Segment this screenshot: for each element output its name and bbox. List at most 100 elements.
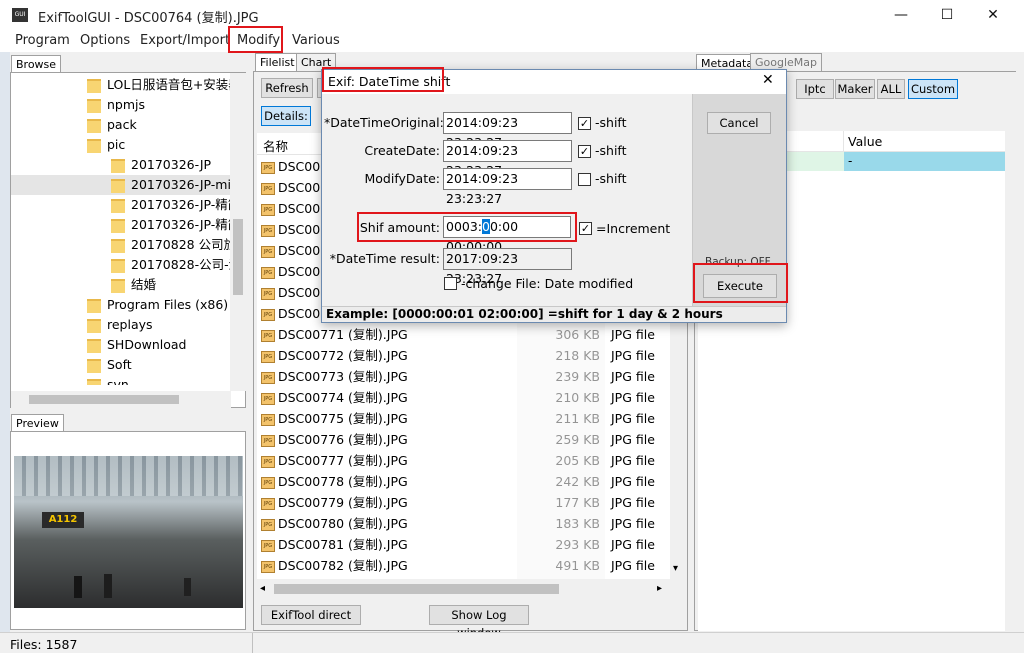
close-button[interactable]: ✕ bbox=[970, 0, 1016, 30]
tree-item[interactable]: 20170326-JP-精简 bbox=[11, 215, 231, 235]
tree-vscroll[interactable] bbox=[230, 73, 246, 391]
scroll-down-arrow-icon[interactable]: ▾ bbox=[673, 563, 678, 574]
metadata-row-value[interactable]: - bbox=[844, 152, 1012, 171]
menu-program[interactable]: Program bbox=[15, 33, 70, 48]
filelist-hscroll-thumb[interactable] bbox=[274, 584, 559, 594]
folder-icon bbox=[111, 258, 125, 273]
jpg-file-icon: JPG bbox=[261, 308, 275, 321]
tree-item[interactable]: 20170326-JP-mini bbox=[11, 175, 231, 195]
menu-options[interactable]: Options bbox=[80, 33, 130, 48]
minimize-button[interactable]: — bbox=[878, 0, 924, 30]
increment-checkbox[interactable]: ✓ bbox=[579, 222, 592, 235]
tab-filelist[interactable]: Filelist bbox=[255, 53, 300, 71]
execute-highlight bbox=[693, 263, 788, 303]
file-name: DSC00773 (复制).JPG bbox=[278, 369, 408, 384]
tab-browse[interactable]: Browse bbox=[11, 55, 62, 73]
datetime-input[interactable]: 2014:09:23 23:23:27 bbox=[443, 112, 572, 150]
tree-item[interactable]: pic bbox=[11, 135, 231, 155]
tree-item-label: SHDownload bbox=[107, 337, 187, 352]
show-log-button[interactable]: Show Log window bbox=[429, 605, 529, 640]
tree-item[interactable]: 结婚 bbox=[11, 275, 231, 295]
tree-item[interactable]: LOL日服语音包+安装器 bbox=[11, 75, 231, 95]
shift-checkbox[interactable]: ✓ bbox=[578, 145, 591, 158]
dialog-close-icon[interactable]: ✕ bbox=[762, 72, 774, 88]
table-row[interactable]: JPGDSC00771 (复制).JPG306 KBJPG file bbox=[261, 324, 666, 345]
folder-icon bbox=[111, 238, 125, 253]
tree-hscroll[interactable] bbox=[11, 391, 231, 408]
cancel-button[interactable]: Cancel bbox=[707, 112, 771, 134]
table-row[interactable]: JPGDSC00775 (复制).JPG211 KBJPG file bbox=[261, 408, 666, 429]
tree-item[interactable]: SHDownload bbox=[11, 335, 231, 355]
tree-item[interactable]: svn bbox=[11, 375, 231, 385]
table-row[interactable]: JPGDSC00782 (复制).JPG491 KBJPG file bbox=[261, 555, 666, 576]
change-file-label: -change File: Date modified bbox=[461, 276, 634, 291]
jpg-file-icon: JPG bbox=[261, 371, 275, 384]
status-files: Files: 1587 bbox=[10, 637, 78, 652]
maker-button[interactable]: Maker bbox=[835, 79, 875, 99]
tree-item[interactable]: 20170326-JP bbox=[11, 155, 231, 175]
tree-item[interactable]: npmjs bbox=[11, 95, 231, 115]
table-row[interactable]: JPGDSC00774 (复制).JPG210 KBJPG file bbox=[261, 387, 666, 408]
datetime-input[interactable]: 2014:09:23 23:23:27 bbox=[443, 168, 572, 206]
jpg-file-icon: JPG bbox=[261, 266, 275, 279]
tree-item[interactable]: 20170828 公司旅 bbox=[11, 235, 231, 255]
file-name: DSC00780 (复制).JPG bbox=[278, 516, 408, 531]
tree-hscroll-thumb[interactable] bbox=[29, 395, 179, 404]
refresh-button[interactable]: Refresh bbox=[261, 78, 313, 98]
change-file-checkbox[interactable] bbox=[444, 277, 457, 290]
file-name: DSC00778 (复制).JPG bbox=[278, 474, 408, 489]
tree-item-label: svn bbox=[107, 377, 129, 385]
tree-item-label: npmjs bbox=[107, 97, 146, 112]
shift-checkbox[interactable]: ✓ bbox=[578, 117, 591, 130]
maximize-button[interactable]: ☐ bbox=[924, 0, 970, 30]
table-row[interactable]: JPGDSC00777 (复制).JPG205 KBJPG file bbox=[261, 450, 666, 471]
jpg-file-icon: JPG bbox=[261, 539, 275, 552]
tree-item-label: 20170326-JP-mini bbox=[131, 177, 231, 192]
table-row[interactable]: JPGDSC00772 (复制).JPG218 KBJPG file bbox=[261, 345, 666, 366]
jpg-file-icon: JPG bbox=[261, 413, 275, 426]
tree-item-label: Program Files (x86) bbox=[107, 297, 229, 312]
tree-item[interactable]: pack bbox=[11, 115, 231, 135]
menu-export-import[interactable]: Export/Import bbox=[140, 33, 230, 48]
table-row[interactable]: JPGDSC00778 (复制).JPG242 KBJPG file bbox=[261, 471, 666, 492]
table-row[interactable]: JPGDSC00773 (复制).JPG239 KBJPG file bbox=[261, 366, 666, 387]
file-type: JPG file bbox=[611, 432, 655, 447]
column-header-value[interactable]: Value bbox=[848, 134, 882, 149]
preview-panel: A112 bbox=[10, 431, 246, 630]
tree-item[interactable]: replays bbox=[11, 315, 231, 335]
file-type: JPG file bbox=[611, 537, 655, 552]
table-row[interactable]: JPGDSC00780 (复制).JPG183 KBJPG file bbox=[261, 513, 666, 534]
custom-button[interactable]: Custom bbox=[908, 79, 958, 99]
jpg-file-icon: JPG bbox=[261, 329, 275, 342]
tree-item[interactable]: 20170326-JP-精简 bbox=[11, 195, 231, 215]
table-row[interactable]: JPGDSC00781 (复制).JPG293 KBJPG file bbox=[261, 534, 666, 555]
scroll-right-arrow-icon[interactable]: ▸ bbox=[657, 583, 662, 594]
column-header-name[interactable]: 名称 bbox=[263, 136, 288, 155]
file-type: JPG file bbox=[611, 474, 655, 489]
jpg-file-icon: JPG bbox=[261, 350, 275, 363]
jpg-file-icon: JPG bbox=[261, 434, 275, 447]
details-button[interactable]: Details: bbox=[261, 106, 311, 126]
shift-amount-highlight bbox=[357, 212, 577, 242]
all-button[interactable]: ALL bbox=[877, 79, 905, 99]
shift-checkbox[interactable] bbox=[578, 173, 591, 186]
preview-image: A112 bbox=[14, 456, 243, 608]
iptc-button[interactable]: Iptc bbox=[796, 79, 834, 99]
tree-vscroll-thumb[interactable] bbox=[233, 219, 243, 295]
metadata-vscroll[interactable] bbox=[1005, 72, 1016, 631]
tree-item-label: 20170828-公司-滘 bbox=[131, 257, 231, 272]
tree-item[interactable]: 20170828-公司-滘 bbox=[11, 255, 231, 275]
tab-preview[interactable]: Preview bbox=[11, 414, 64, 432]
exiftool-direct-button[interactable]: ExifTool direct bbox=[261, 605, 361, 625]
scroll-left-arrow-icon[interactable]: ◂ bbox=[260, 583, 265, 594]
folder-icon bbox=[87, 138, 101, 153]
filelist-hscroll[interactable]: ◂ ▸ bbox=[257, 580, 670, 597]
menu-various[interactable]: Various bbox=[292, 33, 340, 48]
tree-item[interactable]: Program Files (x86) bbox=[11, 295, 231, 315]
table-row[interactable]: JPGDSC00776 (复制).JPG259 KBJPG file bbox=[261, 429, 666, 450]
datetime-input[interactable]: 2014:09:23 23:23:27 bbox=[443, 140, 572, 178]
folder-icon bbox=[87, 358, 101, 373]
folder-icon bbox=[87, 298, 101, 313]
tree-item[interactable]: Soft bbox=[11, 355, 231, 375]
table-row[interactable]: JPGDSC00779 (复制).JPG177 KBJPG file bbox=[261, 492, 666, 513]
